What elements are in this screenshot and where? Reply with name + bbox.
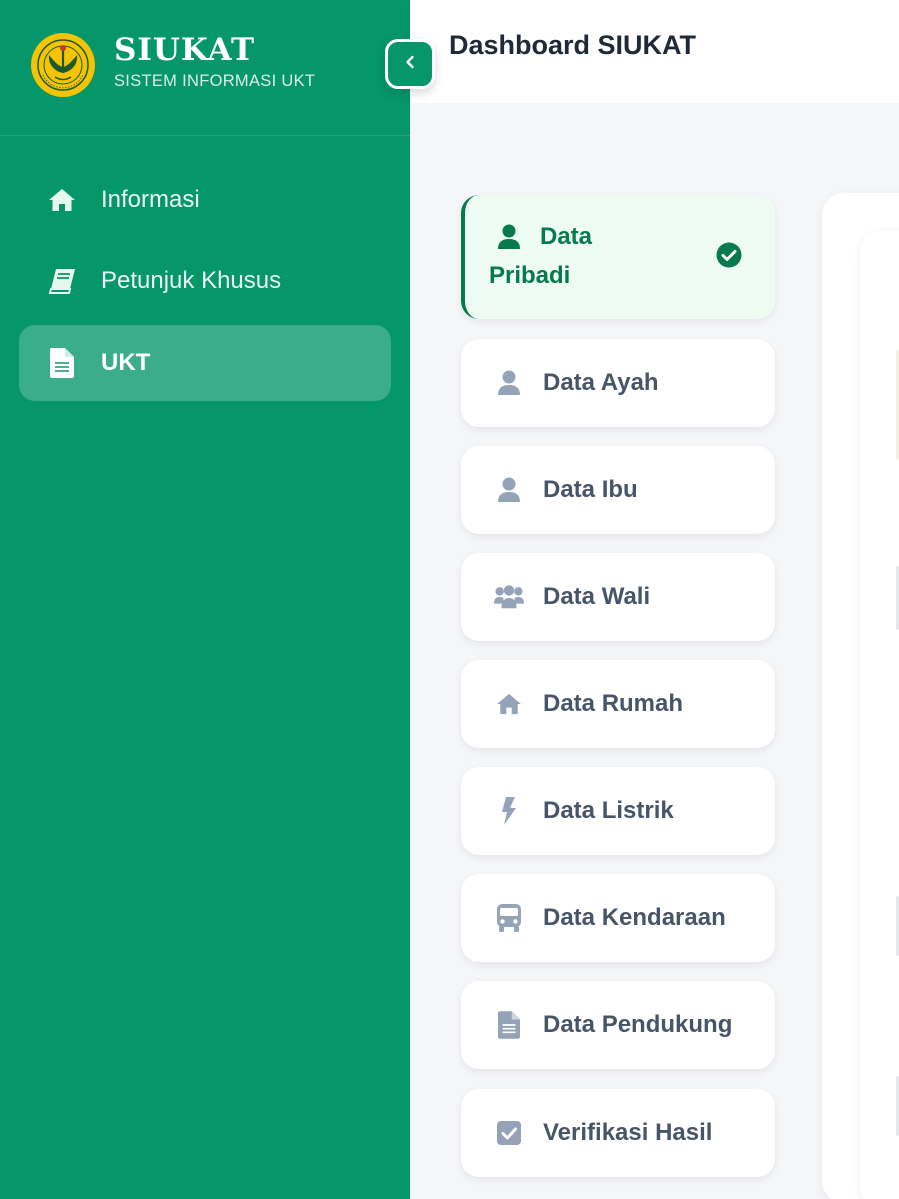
step-verifikasi-hasil[interactable]: Verifikasi Hasil — [461, 1089, 775, 1177]
file-text-icon — [494, 1011, 524, 1039]
step-data-kendaraan[interactable]: Data Kendaraan — [461, 874, 775, 962]
step-label: Data Ayah — [543, 369, 659, 396]
sidebar-collapse-button[interactable] — [385, 39, 435, 89]
check-circle-icon — [716, 242, 742, 268]
app-subtitle: SISTEM INFORMASI UKT — [114, 72, 316, 90]
step-label: Data Listrik — [543, 797, 674, 824]
chevron-left-icon — [403, 54, 417, 75]
book-icon — [47, 267, 77, 295]
top-header: Dashboard SIUKAT — [410, 0, 899, 103]
sidebar-item-petunjuk-khusus[interactable]: Petunjuk Khusus — [19, 243, 391, 319]
check-square-icon — [494, 1119, 524, 1147]
step-label: Data Pribadi — [489, 223, 593, 289]
step-label: Data Wali — [543, 583, 651, 610]
step-data-wali[interactable]: Data Wali — [461, 553, 775, 641]
sidebar-item-label: Informasi — [101, 186, 200, 213]
brand-header: SIUKAT SISTEM INFORMASI UKT — [0, 0, 410, 136]
step-data-rumah[interactable]: Data Rumah — [461, 660, 775, 748]
file-text-icon — [47, 348, 77, 378]
app-title: SIUKAT — [114, 32, 256, 68]
bus-icon — [494, 904, 524, 932]
step-label: Verifikasi Hasil — [543, 1119, 713, 1146]
step-data-pribadi[interactable]: Data Pribadi — [461, 195, 775, 319]
bolt-icon — [494, 797, 524, 825]
home-icon — [47, 186, 77, 214]
university-emblem-icon — [31, 33, 95, 97]
sidebar-item-ukt[interactable]: UKT — [19, 325, 391, 401]
sidebar-item-informasi[interactable]: Informasi — [19, 162, 391, 238]
step-data-ayah[interactable]: Data Ayah — [461, 339, 775, 427]
step-label: Data Rumah — [543, 690, 684, 717]
home-icon — [494, 690, 524, 718]
form-card — [860, 230, 899, 1199]
step-label: Data Kendaraan — [543, 904, 726, 931]
step-label: Data Ibu — [543, 476, 638, 503]
sidebar-item-label: UKT — [101, 349, 151, 376]
step-data-ibu[interactable]: Data Ibu — [461, 446, 775, 534]
page-title: Dashboard SIUKAT — [449, 30, 697, 60]
step-label: Data Pendukung — [543, 1011, 733, 1038]
step-data-pendukung[interactable]: Data Pendukung — [461, 981, 775, 1069]
user-icon — [494, 476, 524, 504]
step-data-listrik[interactable]: Data Listrik — [461, 767, 775, 855]
users-icon — [494, 583, 524, 611]
user-icon — [494, 369, 524, 397]
sidebar: SIUKAT SISTEM INFORMASI UKT Informasi Pe… — [0, 0, 410, 1199]
sidebar-item-label: Petunjuk Khusus — [101, 267, 282, 294]
